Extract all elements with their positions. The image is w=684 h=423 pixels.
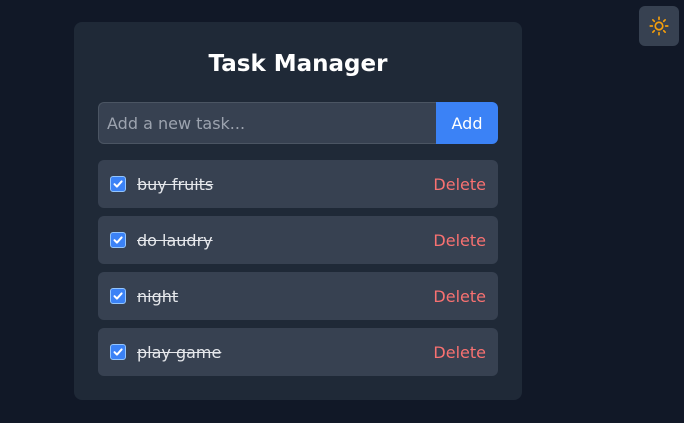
add-task-button[interactable]: Add [436, 102, 498, 144]
new-task-input[interactable] [98, 102, 436, 144]
check-icon [113, 348, 123, 356]
task-item: play game Delete [98, 328, 498, 376]
theme-toggle-button[interactable] [639, 6, 679, 46]
task-checkbox[interactable] [110, 232, 126, 248]
check-icon [113, 292, 123, 300]
task-list: buy fruits Delete do laudry Delete night… [98, 160, 498, 376]
task-text: do laudry [137, 230, 213, 250]
page-title: Task Manager [208, 51, 388, 77]
delete-task-button[interactable]: Delete [433, 287, 486, 306]
sun-icon [649, 16, 669, 36]
task-text: buy fruits [137, 174, 214, 194]
task-checkbox[interactable] [110, 288, 126, 304]
check-icon [113, 180, 123, 188]
task-item: buy fruits Delete [98, 160, 498, 208]
check-icon [113, 236, 123, 244]
task-checkbox[interactable] [110, 344, 126, 360]
task-text: play game [137, 342, 222, 362]
task-manager-card: Task Manager Add buy fruits Delete do la… [74, 22, 522, 400]
task-item: night Delete [98, 272, 498, 320]
task-item: do laudry Delete [98, 216, 498, 264]
delete-task-button[interactable]: Delete [433, 231, 486, 250]
task-checkbox[interactable] [110, 176, 126, 192]
delete-task-button[interactable]: Delete [433, 343, 486, 362]
add-task-row: Add [98, 102, 498, 144]
task-text: night [137, 286, 179, 306]
delete-task-button[interactable]: Delete [433, 175, 486, 194]
